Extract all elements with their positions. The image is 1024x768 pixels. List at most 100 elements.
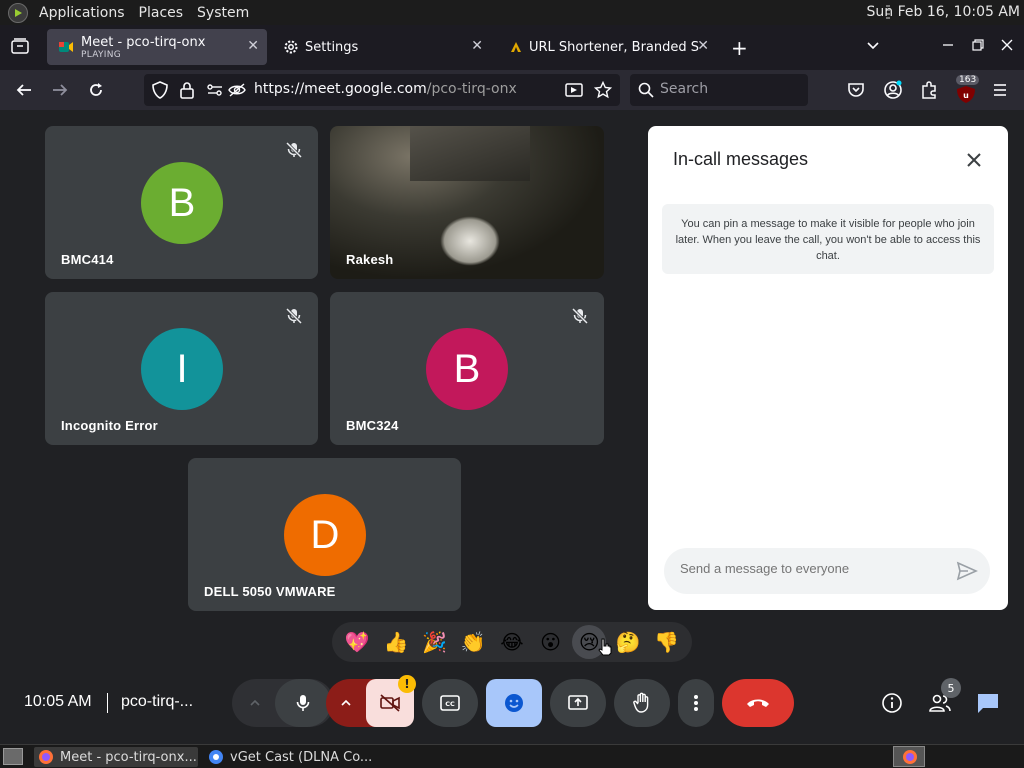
forward-arrow-icon[interactable] — [51, 81, 69, 103]
mic-off-icon — [285, 141, 303, 159]
video-options-chevron-up-icon[interactable] — [326, 679, 366, 727]
reaction-thumbs-down[interactable]: 👎 — [650, 625, 684, 659]
reaction-surprised[interactable]: 😮 — [534, 625, 568, 659]
raise-hand-icon — [633, 692, 649, 713]
pocket-icon[interactable] — [847, 81, 865, 103]
message-composer[interactable] — [664, 548, 990, 594]
message-input[interactable] — [680, 561, 940, 576]
places-menu[interactable]: Places — [132, 5, 191, 21]
info-icon — [882, 693, 902, 713]
camera-blocked-icon[interactable] — [228, 82, 246, 102]
tab-settings[interactable]: Settings ✕ — [273, 29, 491, 65]
participant-name: Incognito Error — [61, 418, 158, 433]
people-count-badge: 5 — [941, 678, 961, 698]
url-bar[interactable]: https://meet.google.com/pco-tirq-onx — [144, 74, 620, 106]
close-tab-icon[interactable]: ✕ — [247, 38, 259, 54]
url-text[interactable]: https://meet.google.com/pco-tirq-onx — [254, 81, 517, 97]
participant-tile-bmc414[interactable]: B BMC414 — [45, 126, 318, 279]
restore-window-icon[interactable] — [972, 36, 984, 55]
reaction-thinking[interactable]: 🤔 — [611, 625, 645, 659]
tab-meet[interactable]: Meet - pco-tirq-onx PLAYING ✕ — [47, 29, 267, 65]
close-tab-icon[interactable]: ✕ — [697, 38, 709, 54]
minimize-window-icon[interactable] — [942, 36, 954, 55]
participant-tile-incognito-error[interactable]: I Incognito Error — [45, 292, 318, 445]
more-options-button[interactable] — [678, 679, 714, 727]
system-logo-icon[interactable] — [8, 2, 28, 23]
leave-call-button[interactable] — [722, 679, 794, 727]
participant-name: DELL 5050 VMWARE — [204, 584, 336, 599]
close-window-icon[interactable] — [1001, 36, 1013, 55]
reactions-bar: 💖 👍 🎉 👏 😂 😮 😢 🤔 👎 — [332, 622, 692, 662]
gear-icon — [284, 40, 298, 54]
new-tab-icon[interactable]: + — [731, 36, 748, 60]
close-tab-icon[interactable]: ✕ — [471, 38, 483, 54]
reload-icon[interactable] — [87, 81, 105, 103]
extensions-puzzle-icon[interactable] — [920, 80, 938, 104]
microphone-icon — [296, 695, 310, 711]
close-icon[interactable] — [962, 148, 986, 172]
navigation-toolbar: https://meet.google.com/pco-tirq-onx Sea… — [0, 70, 1024, 110]
panel-clock[interactable]: Sun Feb 16, 10:05 AM — [867, 4, 1021, 20]
avatar-initial: I — [176, 346, 188, 391]
firefox-icon — [39, 750, 53, 764]
chat-bubble-icon — [978, 694, 998, 713]
search-input[interactable]: Search — [630, 74, 808, 106]
ublock-extension-icon[interactable]: u 163 — [953, 75, 980, 104]
participant-name: Rakesh — [346, 252, 394, 267]
hand-pointer-cursor-icon — [598, 638, 612, 656]
participant-tile-rakesh[interactable]: Rakesh — [330, 126, 604, 279]
system-menu[interactable]: System — [190, 5, 256, 21]
raise-hand-button[interactable] — [614, 679, 670, 727]
url-shortener-favicon-icon — [511, 42, 521, 52]
tab-url-shortener[interactable]: URL Shortener, Branded Sh ✕ — [499, 29, 717, 65]
account-icon[interactable] — [883, 80, 903, 104]
svg-text:u: u — [963, 91, 969, 100]
people-button[interactable]: 5 — [927, 678, 961, 716]
audio-options-chevron-up-icon[interactable] — [235, 679, 275, 727]
video-frame — [410, 126, 530, 181]
taskbar-item-firefox[interactable]: Meet - pco-tirq-onx... — [34, 747, 198, 767]
meeting-code[interactable]: pco-tirq-... — [121, 693, 193, 711]
mic-off-icon — [571, 307, 589, 325]
tab-overview-icon[interactable] — [11, 38, 29, 58]
reaction-thumbs-up[interactable]: 👍 — [379, 625, 413, 659]
avatar: B — [426, 328, 508, 410]
screen-share-indicator-icon[interactable] — [565, 82, 583, 102]
list-tabs-chevron-down-icon[interactable] — [866, 37, 880, 56]
taskbar-item-label: Meet - pco-tirq-onx... — [60, 749, 197, 765]
hamburger-menu-icon[interactable] — [992, 82, 1008, 102]
search-placeholder: Search — [660, 81, 709, 97]
present-screen-button[interactable] — [550, 679, 606, 727]
meeting-details-button[interactable] — [879, 690, 905, 716]
taskbar: Meet - pco-tirq-onx... vGet Cast (DLNA C… — [0, 744, 1024, 768]
back-arrow-icon[interactable] — [15, 81, 33, 103]
chat-button[interactable] — [975, 690, 1001, 716]
video-frame-subject — [440, 216, 500, 266]
search-icon — [638, 82, 654, 102]
meet-area: B BMC414 Rakesh I Incognito Error B BMC3… — [0, 110, 1024, 744]
workspace-switcher[interactable] — [893, 746, 925, 767]
participant-name: BMC324 — [346, 418, 399, 433]
extension-badge-count: 163 — [956, 75, 980, 85]
reaction-tears-of-joy[interactable]: 😂 — [495, 625, 529, 659]
lock-icon[interactable] — [180, 81, 194, 103]
avatar-initial: B — [453, 346, 481, 391]
reaction-sparkling-heart[interactable]: 💖 — [340, 625, 374, 659]
applications-menu[interactable]: Applications — [32, 5, 132, 21]
bookmark-star-icon[interactable] — [593, 80, 613, 103]
show-desktop-icon[interactable] — [3, 748, 23, 765]
reactions-button[interactable] — [486, 679, 542, 727]
permissions-icon[interactable] — [206, 82, 224, 102]
participant-tile-bmc324[interactable]: B BMC324 — [330, 292, 604, 445]
reaction-clapping[interactable]: 👏 — [456, 625, 490, 659]
pin-message-info: You can pin a message to make it visible… — [662, 204, 994, 274]
send-icon[interactable] — [956, 560, 978, 582]
microphone-button[interactable] — [275, 679, 331, 727]
taskbar-item-vget-cast[interactable]: vGet Cast (DLNA Co... — [204, 747, 372, 767]
tab-title: URL Shortener, Branded Sh — [529, 39, 699, 55]
reaction-party-popper[interactable]: 🎉 — [418, 625, 452, 659]
participant-tile-dell-5050-vmware[interactable]: D DELL 5050 VMWARE — [188, 458, 461, 611]
taskbar-item-label: vGet Cast (DLNA Co... — [230, 749, 373, 765]
tracking-shield-icon[interactable] — [152, 81, 168, 103]
captions-button[interactable]: CC — [422, 679, 478, 727]
